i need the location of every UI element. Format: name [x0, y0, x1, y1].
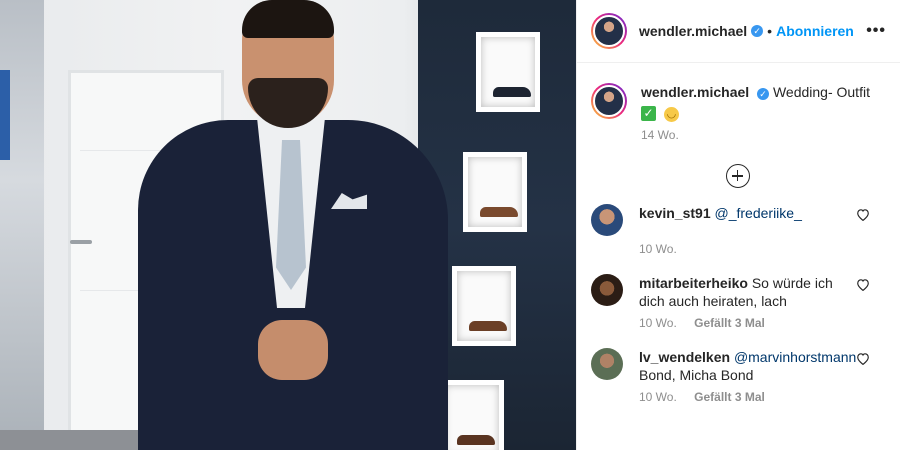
- comment-text: kevin_st91 @_frederiike_: [639, 204, 859, 236]
- caption-body: Wedding- Outfit: [772, 84, 870, 100]
- comment-meta: 10 Wo. Gefällt 3 Mal: [639, 390, 884, 404]
- commenter-avatar[interactable]: [591, 204, 623, 236]
- post-header: wendler.michael ✓ • Abonnieren •••: [577, 0, 900, 63]
- comment-time[interactable]: 10 Wo.: [639, 390, 677, 404]
- comment-time[interactable]: 10 Wo.: [639, 242, 677, 256]
- heart-icon[interactable]: [856, 352, 870, 365]
- caption-text: wendler.michael ✓ Wedding- Outfit ✓ ◡: [641, 83, 871, 122]
- verified-badge-icon: ✓: [757, 88, 770, 100]
- photo-background-screen: [0, 70, 10, 160]
- commenter-avatar[interactable]: [591, 348, 623, 380]
- comment-item: kevin_st91 @_frederiike_ 10 Wo.: [591, 204, 884, 256]
- caption-author-avatar[interactable]: [591, 83, 627, 119]
- photo-hands: [258, 320, 328, 380]
- comment-likes[interactable]: Gefällt 3 Mal: [694, 390, 765, 404]
- comment-text: mitarbeiterheiko So würde ich dich auch …: [639, 274, 859, 310]
- comment-text: lv_wendelken @marvinhorstmann Bond, Mich…: [639, 348, 859, 384]
- comments-section: wendler.michael ✓ Wedding- Outfit ✓ ◡ 14…: [577, 63, 900, 404]
- comment-time[interactable]: 10 Wo.: [639, 316, 677, 330]
- caption-row: wendler.michael ✓ Wedding- Outfit ✓ ◡: [591, 83, 884, 122]
- smiley-emoji-icon: ◡: [663, 107, 679, 122]
- plus-circle-icon[interactable]: [725, 164, 750, 188]
- comment-username[interactable]: mitarbeiterheiko: [639, 275, 748, 291]
- photo-shoe-shelf: [452, 266, 516, 346]
- comment-mention[interactable]: @marvinhorstmann: [734, 349, 856, 365]
- photo-shoe-shelf: [463, 152, 527, 232]
- comment-meta: 10 Wo.: [639, 242, 884, 256]
- separator-dot: •: [767, 23, 773, 39]
- comment-meta: 10 Wo. Gefällt 3 Mal: [639, 316, 884, 330]
- commenter-avatar[interactable]: [591, 274, 623, 306]
- caption-meta: 14 Wo.: [641, 128, 884, 142]
- caption-username[interactable]: wendler.michael: [641, 84, 749, 100]
- heart-icon[interactable]: [856, 278, 870, 291]
- load-more-comments: [591, 164, 884, 188]
- more-options-icon[interactable]: •••: [866, 22, 886, 40]
- comment-likes[interactable]: Gefällt 3 Mal: [694, 316, 765, 330]
- photo-shoe-shelf: [476, 32, 540, 112]
- author-avatar[interactable]: [591, 13, 627, 49]
- author-username[interactable]: wendler.michael: [639, 23, 747, 39]
- verified-badge-icon: ✓: [751, 25, 764, 37]
- photo-hair: [242, 0, 334, 38]
- comment-username[interactable]: kevin_st91: [639, 205, 711, 221]
- heart-icon[interactable]: [856, 208, 870, 221]
- follow-button[interactable]: Abonnieren: [776, 23, 854, 39]
- comment-item: lv_wendelken @marvinhorstmann Bond, Mich…: [591, 348, 884, 404]
- comment-item: mitarbeiterheiko So würde ich dich auch …: [591, 274, 884, 330]
- photo-door-handle: [70, 240, 92, 244]
- post-sidebar: wendler.michael ✓ • Abonnieren ••• wendl…: [576, 0, 900, 450]
- check-mark-emoji-icon: ✓: [641, 106, 656, 121]
- comment-body: Bond, Micha Bond: [639, 367, 754, 383]
- caption-time[interactable]: 14 Wo.: [641, 128, 679, 142]
- comment-mention[interactable]: @_frederiike_: [715, 205, 802, 221]
- comment-username[interactable]: lv_wendelken: [639, 349, 730, 365]
- photo-person: [138, 0, 458, 450]
- photo-background-wall: [0, 0, 44, 450]
- post-photo[interactable]: [0, 0, 576, 450]
